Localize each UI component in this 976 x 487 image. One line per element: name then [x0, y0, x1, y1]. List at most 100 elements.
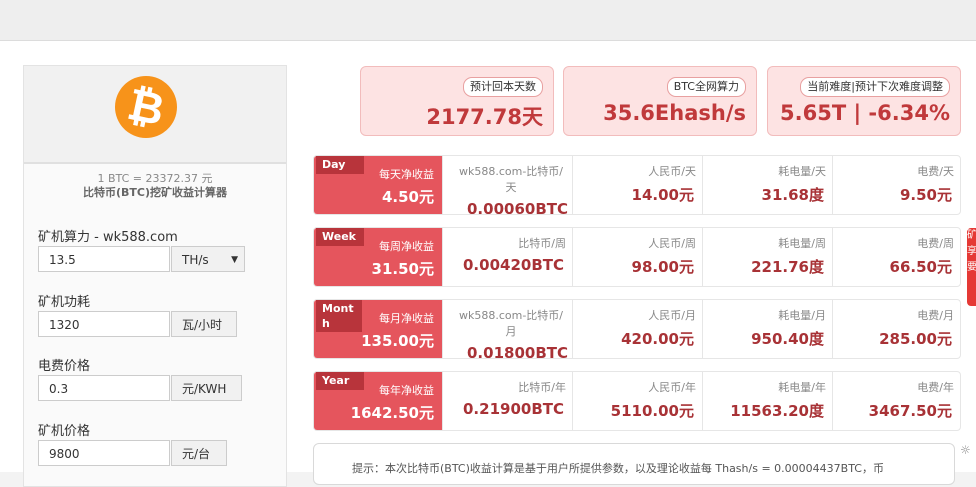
rmb-label: 人民币/天: [648, 165, 696, 178]
power-usage-label: 耗电量/月: [778, 309, 826, 322]
power-usage-label: 耗电量/周: [778, 237, 826, 250]
rmb-cell: 人民币/天 14.00元: [572, 156, 702, 214]
miner-price-label: 矿机价格: [38, 424, 91, 439]
difficulty-box: 当前难度|预计下次难度调整 5.65T | -6.34%: [767, 66, 961, 136]
btc-value: 0.01800BTC: [467, 344, 568, 362]
hashrate-label: 矿机算力 - wk588.com: [38, 230, 178, 245]
miner-price-input[interactable]: 9800: [38, 440, 170, 466]
electricity-fee-cell: 电费/天 9.50元: [832, 156, 960, 214]
electricity-fee-value: 3467.50元: [868, 402, 952, 420]
payback-days-box: 预计回本天数 2177.78天: [360, 66, 554, 136]
net-income-value: 4.50元: [381, 188, 434, 206]
earnings-row-year: Year 每年净收益 1642.50元 比特币/年 0.21900BTC 人民币…: [313, 371, 961, 431]
payback-days-value: 2177.78天: [426, 105, 543, 129]
electricity-input[interactable]: 0.3: [38, 375, 170, 401]
side-tab-char: 矿: [967, 230, 976, 241]
electricity-label: 电费价格: [38, 359, 91, 374]
electricity-fee-cell: 电费/周 66.50元: [832, 228, 960, 286]
electricity-fee-value: 66.50元: [889, 258, 952, 276]
period-badge: Day: [316, 156, 364, 174]
electricity-fee-value: 285.00元: [879, 330, 952, 348]
miner-price-unit: 元/台: [171, 440, 227, 466]
power-usage-cell: 耗电量/月 950.40度: [702, 300, 832, 358]
logo-area: ₿: [24, 66, 286, 164]
difficulty-tag: 当前难度|预计下次难度调整: [800, 77, 950, 97]
net-income-label: 每周净收益: [379, 240, 434, 253]
hashrate-input[interactable]: 13.5: [38, 246, 170, 272]
side-tab-char: 享: [967, 246, 976, 257]
electricity-fee-label: 电费/天: [917, 165, 954, 178]
power-usage-label: 耗电量/年: [778, 381, 826, 394]
power-unit: 瓦/小时: [171, 311, 237, 337]
main-content: ₿ 1 BTC = 23372.37 元 比特币(BTC)挖矿收益计算器 矿机算…: [0, 41, 976, 487]
btc-value: 0.00060BTC: [467, 200, 568, 218]
period-badge: Month: [316, 300, 362, 332]
rmb-cell: 人民币/周 98.00元: [572, 228, 702, 286]
side-tab-char: 要: [967, 262, 976, 273]
calculator-panel: ₿ 1 BTC = 23372.37 元 比特币(BTC)挖矿收益计算器 矿机算…: [23, 65, 287, 487]
power-usage-cell: 耗电量/年 11563.20度: [702, 372, 832, 430]
electricity-fee-label: 电费/月: [917, 309, 954, 322]
difficulty-value: 5.65T | -6.34%: [780, 101, 950, 125]
power-usage-value: 950.40度: [751, 330, 824, 348]
calculator-title: 比特币(BTC)挖矿收益计算器: [82, 186, 227, 199]
rmb-value: 420.00元: [621, 330, 694, 348]
lightbulb-icon[interactable]: ☼: [960, 443, 971, 457]
net-income-label: 每年净收益: [379, 384, 434, 397]
network-hashrate-box: BTC全网算力 35.6Ehash/s: [563, 66, 757, 136]
power-usage-cell: 耗电量/天 31.68度: [702, 156, 832, 214]
net-income-cell: Year 每年净收益 1642.50元: [314, 372, 442, 430]
network-hashrate-tag: BTC全网算力: [666, 77, 746, 97]
rmb-value: 98.00元: [631, 258, 694, 276]
btc-value: 0.00420BTC: [463, 256, 564, 274]
rmb-label: 人民币/月: [648, 309, 696, 322]
rmb-label: 人民币/周: [648, 237, 696, 250]
net-income-value: 31.50元: [371, 260, 434, 278]
chevron-down-icon: ▼: [231, 255, 238, 265]
electricity-fee-label: 电费/年: [917, 381, 954, 394]
rmb-value: 5110.00元: [610, 402, 694, 420]
net-income-label: 每天净收益: [379, 168, 434, 181]
electricity-unit: 元/KWH: [171, 375, 242, 401]
bitcoin-logo-icon: ₿: [109, 70, 183, 144]
payback-days-tag: 预计回本天数: [463, 77, 543, 97]
power-usage-value: 11563.20度: [730, 402, 824, 420]
net-income-cell: Day 每天净收益 4.50元: [314, 156, 442, 214]
hashrate-unit-value: TH/s: [182, 253, 209, 267]
btc-label: wk588.com-比特币/月: [458, 309, 564, 338]
network-hashrate-value: 35.6Ehash/s: [603, 101, 746, 125]
net-income-label: 每月净收益: [379, 312, 434, 325]
net-income-cell: Week 每周净收益 31.50元: [314, 228, 442, 286]
btc-cell: wk588.com-比特币/月 0.01800BTC: [442, 300, 572, 362]
btc-label: wk588.com-比特币/天: [458, 165, 564, 194]
earnings-row-week: Week 每周净收益 31.50元 比特币/周 0.00420BTC 人民币/周…: [313, 227, 961, 287]
net-income-cell: Month 每月净收益 135.00元: [314, 300, 442, 358]
electricity-fee-cell: 电费/年 3467.50元: [832, 372, 960, 430]
rmb-cell: 人民币/年 5110.00元: [572, 372, 702, 430]
floating-side-tab[interactable]: 矿 享 要: [967, 228, 976, 306]
rmb-cell: 人民币/月 420.00元: [572, 300, 702, 358]
calculation-note: 提示：本次比特币(BTC)收益计算是基于用户所提供参数，以及理论收益每 Thas…: [313, 443, 955, 485]
btc-label: 比特币/周: [518, 237, 566, 250]
net-income-value: 135.00元: [361, 332, 434, 350]
btc-cell: wk588.com-比特币/天 0.00060BTC: [442, 156, 572, 218]
period-badge: Year: [316, 372, 364, 390]
top-bar: [0, 0, 976, 41]
power-usage-value: 221.76度: [751, 258, 824, 276]
note-text: 提示：本次比特币(BTC)收益计算是基于用户所提供参数，以及理论收益每 Thas…: [352, 462, 884, 475]
period-badge: Week: [316, 228, 364, 246]
earnings-row-month: Month 每月净收益 135.00元 wk588.com-比特币/月 0.01…: [313, 299, 961, 362]
btc-cell: 比特币/周 0.00420BTC: [442, 228, 572, 286]
electricity-fee-label: 电费/周: [917, 237, 954, 250]
power-label: 矿机功耗: [38, 295, 91, 310]
btc-cell: 比特币/年 0.21900BTC: [442, 372, 572, 430]
power-usage-label: 耗电量/天: [778, 165, 826, 178]
electricity-fee-cell: 电费/月 285.00元: [832, 300, 960, 358]
earnings-row-day: Day 每天净收益 4.50元 wk588.com-比特币/天 0.00060B…: [313, 155, 961, 218]
power-input[interactable]: 1320: [38, 311, 170, 337]
power-usage-cell: 耗电量/周 221.76度: [702, 228, 832, 286]
hashrate-unit-select[interactable]: TH/s ▼: [171, 246, 245, 272]
power-usage-value: 31.68度: [761, 186, 824, 204]
electricity-fee-value: 9.50元: [899, 186, 952, 204]
btc-label: 比特币/年: [518, 381, 566, 394]
